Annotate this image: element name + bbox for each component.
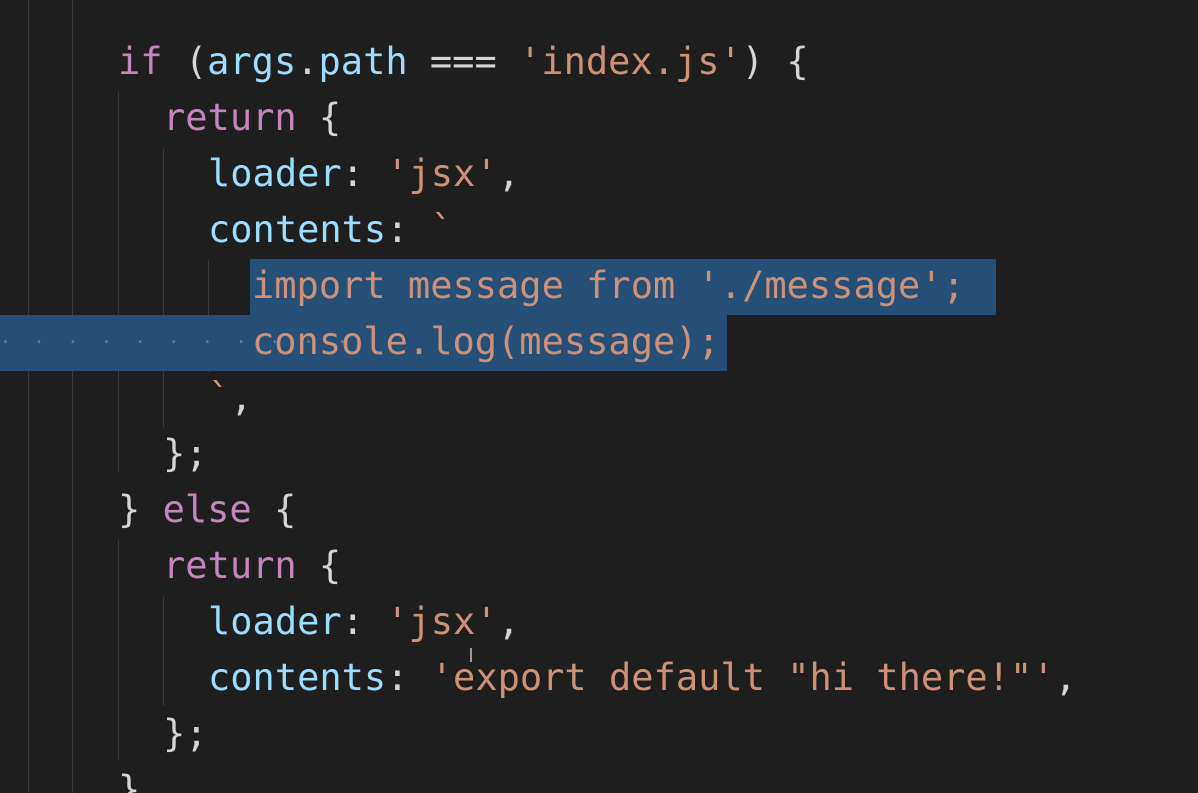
code-token: path xyxy=(318,40,408,83)
code-token: loader xyxy=(208,152,342,195)
indent-guide xyxy=(163,596,164,706)
indent-guide xyxy=(118,540,119,760)
indent-guide xyxy=(28,0,29,793)
whitespace-markers: · · · · · · · · · · · xyxy=(0,332,354,353)
code-token: args xyxy=(207,40,297,83)
code-token: contents xyxy=(208,656,387,699)
code-token: 'jsx' xyxy=(386,152,498,195)
code-token: === xyxy=(407,40,520,83)
code-token: 'jsx' xyxy=(386,600,498,643)
code-token: . xyxy=(296,40,319,83)
code-line[interactable]: contents: ` xyxy=(208,202,453,258)
code-token: }; xyxy=(163,432,208,475)
code-token: contents xyxy=(208,208,387,251)
code-token: if xyxy=(118,40,163,83)
indent-guide xyxy=(118,92,119,472)
code-token: ` xyxy=(208,376,231,419)
code-token: loader xyxy=(208,600,342,643)
code-token: 'export default "hi there!"' xyxy=(430,656,1055,699)
code-token: return xyxy=(163,96,297,139)
code-token: , xyxy=(497,152,520,195)
code-token: 'index.js' xyxy=(519,40,742,83)
code-line[interactable]: } xyxy=(118,762,140,793)
code-token: { xyxy=(296,544,342,587)
code-line[interactable]: loader: 'jsx', xyxy=(208,594,520,650)
code-token: import message from './message'; xyxy=(252,264,965,307)
code-token: { xyxy=(251,488,297,531)
code-line[interactable]: loader: 'jsx', xyxy=(208,146,520,202)
code-line[interactable]: return { xyxy=(163,90,341,146)
code-token: ` xyxy=(430,208,454,251)
code-line[interactable]: console.log(message); xyxy=(252,314,720,370)
indent-guide xyxy=(163,148,164,428)
code-line[interactable]: if (args.path === 'index.js') { xyxy=(118,34,809,90)
code-token: , xyxy=(1054,656,1077,699)
code-token: } xyxy=(118,488,163,531)
code-token: ) { xyxy=(741,40,809,83)
code-token: , xyxy=(230,376,253,419)
code-line[interactable]: } else { xyxy=(118,482,296,538)
code-token: ( xyxy=(162,40,208,83)
code-token: else xyxy=(162,488,252,531)
code-token: : xyxy=(386,208,431,251)
code-editor[interactable]: · · · · · · · · · · · if (args.path === … xyxy=(0,0,1198,793)
code-token: : xyxy=(341,600,387,643)
code-line[interactable]: import message from './message'; xyxy=(252,258,965,314)
code-token: { xyxy=(296,96,342,139)
code-line[interactable]: return { xyxy=(163,538,341,594)
indent-guide xyxy=(72,0,73,793)
code-token: } xyxy=(118,768,141,793)
code-line[interactable]: `, xyxy=(208,370,253,426)
code-token: }; xyxy=(163,712,208,755)
mouse-cursor-icon xyxy=(470,648,472,662)
code-line[interactable]: contents: 'export default "hi there!"', xyxy=(208,650,1077,706)
code-token: , xyxy=(497,600,520,643)
code-token: return xyxy=(163,544,297,587)
code-line[interactable]: }; xyxy=(163,706,208,762)
code-token: : xyxy=(341,152,387,195)
code-token: : xyxy=(386,656,431,699)
code-token: console.log(message); xyxy=(252,320,720,363)
code-line[interactable]: }; xyxy=(163,426,208,482)
